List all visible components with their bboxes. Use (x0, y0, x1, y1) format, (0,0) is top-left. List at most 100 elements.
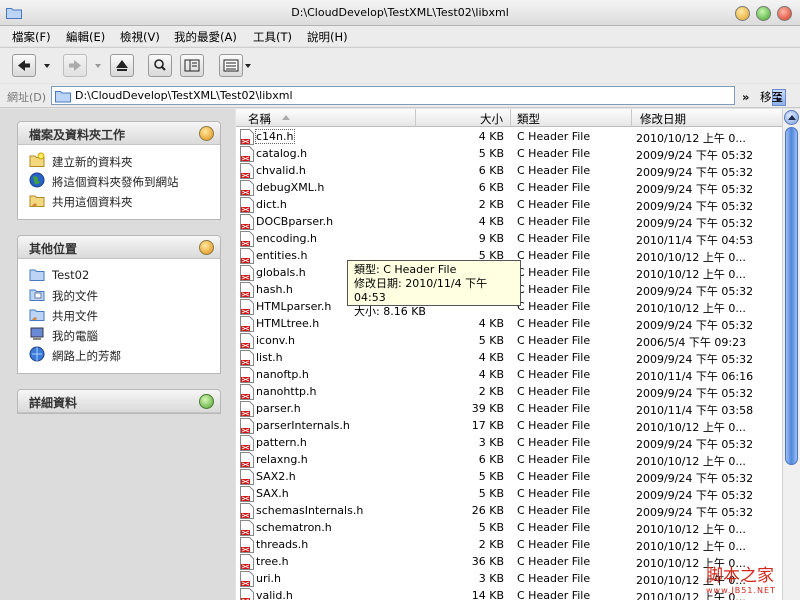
go-button[interactable]: » 移至 (742, 89, 783, 105)
folder-icon (29, 269, 45, 281)
c-header-file-icon (240, 435, 254, 451)
file-name: catalog.h (256, 147, 308, 160)
file-row[interactable]: iconv.h 5 KB C Header File 2006/5/4 下午 09:2… (236, 332, 782, 349)
views-button[interactable] (219, 54, 243, 77)
file-type: C Header File (517, 504, 591, 517)
place-test02[interactable]: Test02 (18, 265, 220, 285)
file-row[interactable]: parserInternals.h 17 KB C Header File 2010/… (236, 417, 782, 434)
folders-button[interactable] (180, 54, 204, 77)
file-type: C Header File (517, 453, 591, 466)
file-row[interactable]: catalog.h 5 KB C Header File 2009/9/24 下午 0… (236, 145, 782, 162)
scroll-up-button[interactable] (784, 110, 799, 125)
file-name: relaxng.h (256, 453, 308, 466)
c-header-file-icon (240, 401, 254, 417)
file-size: 6 KB (478, 453, 504, 466)
file-row[interactable]: encoding.h 9 KB C Header File 2010/11/4 下午 … (236, 230, 782, 247)
views-dropdown-arrow[interactable] (245, 64, 251, 68)
file-type: C Header File (517, 419, 591, 432)
folders-pane-icon (184, 59, 200, 72)
file-row[interactable]: uri.h 3 KB C Header File 2010/10/12 上午 0... (236, 570, 782, 587)
file-date: 2010/10/12 上午 0... (636, 455, 746, 468)
menu-edit[interactable]: 編輯(E) (66, 29, 105, 45)
collapse-button[interactable] (199, 126, 214, 141)
column-modified[interactable]: 修改日期 (632, 109, 782, 127)
file-date: 2010/10/12 上午 0... (636, 302, 746, 315)
forward-dropdown-arrow[interactable] (95, 64, 101, 68)
file-row[interactable]: parser.h 39 KB C Header File 2010/11/4 下午 0… (236, 400, 782, 417)
address-input[interactable]: D:\CloudDevelop\TestXML\Test02\libxml (51, 86, 786, 106)
vertical-scrollbar[interactable] (782, 109, 800, 600)
expand-button[interactable] (199, 394, 214, 409)
panel-header[interactable]: 詳細資料 (18, 390, 220, 413)
back-button[interactable] (12, 54, 36, 77)
column-type[interactable]: 類型 (511, 109, 632, 127)
file-type: C Header File (517, 300, 591, 313)
file-row[interactable]: threads.h 2 KB C Header File 2010/10/12 上午 … (236, 536, 782, 553)
close-button[interactable] (777, 6, 792, 21)
details-panel: 詳細資料 (17, 389, 221, 414)
file-date: 2009/9/24 下午 05:32 (636, 387, 754, 400)
task-new-folder[interactable]: 建立新的資料夾 (18, 151, 220, 171)
panel-header[interactable]: 檔案及資料夾工作 (18, 122, 220, 145)
c-header-file-icon (240, 282, 254, 298)
file-name: globals.h (256, 266, 306, 279)
file-row[interactable]: dict.h 2 KB C Header File 2009/9/24 下午 05:3… (236, 196, 782, 213)
menu-favorites[interactable]: 我的最愛(A) (174, 29, 237, 45)
file-name: debugXML.h (256, 181, 325, 194)
file-row[interactable]: chvalid.h 6 KB C Header File 2009/9/24 下午 0… (236, 162, 782, 179)
file-type: C Header File (517, 487, 591, 500)
c-header-file-icon (240, 367, 254, 383)
menu-view[interactable]: 檢視(V) (120, 29, 160, 45)
task-share-folder[interactable]: 共用這個資料夾 (18, 191, 220, 211)
panel-title: 詳細資料 (29, 396, 78, 410)
file-size: 26 KB (471, 504, 504, 517)
menu-file[interactable]: 檔案(F) (12, 29, 51, 45)
place-my-documents[interactable]: 我的文件 (18, 285, 220, 305)
file-row[interactable]: valid.h 14 KB C Header File 2010/10/12 上午 0… (236, 587, 782, 600)
file-row[interactable]: nanoftp.h 4 KB C Header File 2010/11/4 下午 0… (236, 366, 782, 383)
file-size: 5 KB (478, 147, 504, 160)
scroll-thumb[interactable] (785, 127, 798, 465)
file-row[interactable]: tree.h 36 KB C Header File 2010/10/12 上午 0.… (236, 553, 782, 570)
file-row[interactable]: pattern.h 3 KB C Header File 2009/9/24 下午 0… (236, 434, 782, 451)
minimize-button[interactable] (735, 6, 750, 21)
c-header-file-icon (240, 248, 254, 264)
file-row[interactable]: c14n.h 4 KB C Header File 2010/10/12 上午 0..… (236, 128, 782, 145)
c-header-file-icon (240, 554, 254, 570)
file-row[interactable]: nanohttp.h 2 KB C Header File 2009/9/24 下午 … (236, 383, 782, 400)
column-name[interactable]: 名稱 (236, 109, 416, 127)
column-size[interactable]: 大小 (416, 109, 511, 127)
forward-button[interactable] (63, 54, 87, 77)
file-size: 39 KB (471, 402, 504, 415)
file-name: parserInternals.h (256, 419, 350, 432)
up-button[interactable] (110, 54, 134, 77)
panel-title: 其他位置 (29, 242, 78, 256)
panel-header[interactable]: 其他位置 (18, 236, 220, 259)
place-my-computer[interactable]: 我的電腦 (18, 325, 220, 345)
share-folder-icon (29, 195, 45, 207)
file-row[interactable]: list.h 4 KB C Header File 2009/9/24 下午 05:3… (236, 349, 782, 366)
file-row[interactable]: DOCBparser.h 4 KB C Header File 2009/9/24 下… (236, 213, 782, 230)
file-row[interactable]: debugXML.h 6 KB C Header File 2009/9/24 下午 … (236, 179, 782, 196)
c-header-file-icon (240, 588, 254, 600)
task-publish-web[interactable]: 將這個資料夾發佈到網站 (18, 171, 220, 191)
collapse-button[interactable] (199, 240, 214, 255)
file-row[interactable]: SAX.h 5 KB C Header File 2009/9/24 下午 05:32 (236, 485, 782, 502)
menu-help[interactable]: 說明(H) (307, 29, 348, 45)
file-row[interactable]: schematron.h 5 KB C Header File 2010/10/12 … (236, 519, 782, 536)
file-type: C Header File (517, 334, 591, 347)
place-shared-documents[interactable]: 共用文件 (18, 305, 220, 325)
maximize-button[interactable] (756, 6, 771, 21)
file-row[interactable]: SAX2.h 5 KB C Header File 2009/9/24 下午 05:3… (236, 468, 782, 485)
search-button[interactable] (148, 54, 172, 77)
file-date: 2010/10/12 上午 0... (636, 251, 746, 264)
back-dropdown-arrow[interactable] (44, 64, 50, 68)
file-type: C Header File (517, 436, 591, 449)
file-row[interactable]: relaxng.h 6 KB C Header File 2010/10/12 上午 … (236, 451, 782, 468)
c-header-file-icon (240, 350, 254, 366)
c-header-file-icon (240, 503, 254, 519)
place-network[interactable]: 網路上的芳鄰 (18, 345, 220, 365)
file-type: C Header File (517, 538, 591, 551)
file-row[interactable]: schemasInternals.h 26 KB C Header File 2009… (236, 502, 782, 519)
menu-tools[interactable]: 工具(T) (253, 29, 292, 45)
